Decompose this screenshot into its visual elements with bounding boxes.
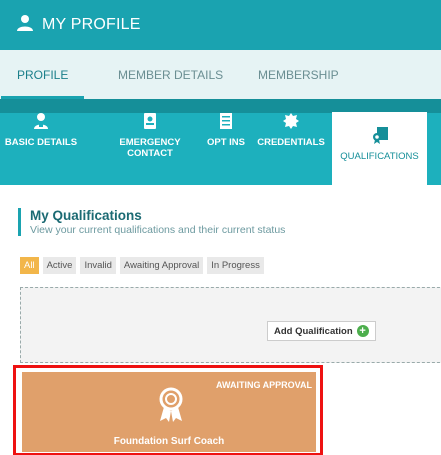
qualifications-heading: My Qualifications View your current qual… — [18, 208, 285, 236]
subnav-label: OPT INS — [206, 137, 245, 148]
certificate-icon — [372, 127, 388, 144]
add-qualification-label: Add Qualification — [274, 325, 353, 337]
subnav-credentials[interactable]: CREDENTIALS — [254, 112, 328, 148]
tab-profile[interactable]: PROFILE — [0, 50, 85, 99]
filter-invalid[interactable]: Invalid — [80, 257, 116, 274]
subnav-emergency-contact[interactable]: EMERGENCY CONTACT — [112, 112, 188, 159]
subnav-opt-ins[interactable]: OPT INS — [205, 112, 247, 148]
subnav-label: QUALIFICATIONS — [340, 151, 419, 162]
tab-member-details[interactable]: MEMBER DETAILS — [118, 50, 223, 99]
badge-icon — [283, 113, 299, 129]
filter-active[interactable]: Active — [42, 257, 77, 274]
award-ribbon-icon — [159, 387, 183, 422]
profile-tabs: PROFILE MEMBER DETAILS MEMBERSHIP — [0, 50, 441, 99]
add-qualification-button[interactable]: Add Qualification + — [267, 321, 376, 341]
person-id-icon — [34, 113, 48, 129]
status-filters: All Active Invalid Awaiting Approval In … — [20, 257, 264, 274]
subnav-label: CREDENTIALS — [257, 137, 325, 148]
add-qualification-area — [20, 287, 441, 363]
contact-card-icon — [144, 113, 156, 129]
subnav-qualifications[interactable]: QUALIFICATIONS — [332, 112, 427, 185]
tab-membership[interactable]: MEMBERSHIP — [258, 50, 339, 99]
subnav-label: EMERGENCY CONTACT — [119, 137, 181, 159]
status-badge: AWAITING APPROVAL — [215, 380, 312, 390]
subnav-basic-details[interactable]: BASIC DETAILS — [0, 112, 82, 148]
subnav-label: BASIC DETAILS — [4, 137, 78, 148]
qualification-name: Foundation Surf Coach — [113, 436, 225, 447]
user-icon — [16, 14, 42, 37]
filter-awaiting-approval[interactable]: Awaiting Approval — [119, 257, 204, 274]
app-header: MY PROFILE — [0, 0, 441, 50]
filter-all[interactable]: All — [20, 257, 39, 274]
page-title: MY PROFILE — [42, 16, 141, 33]
section-title: My Qualifications — [30, 208, 142, 223]
section-subtitle: View your current qualifications and the… — [30, 224, 286, 236]
plus-icon: + — [356, 325, 369, 337]
checklist-icon — [220, 113, 232, 129]
qualification-card[interactable]: AWAITING APPROVAL Foundation Surf Coach — [22, 372, 316, 452]
filter-in-progress[interactable]: In Progress — [207, 257, 264, 274]
